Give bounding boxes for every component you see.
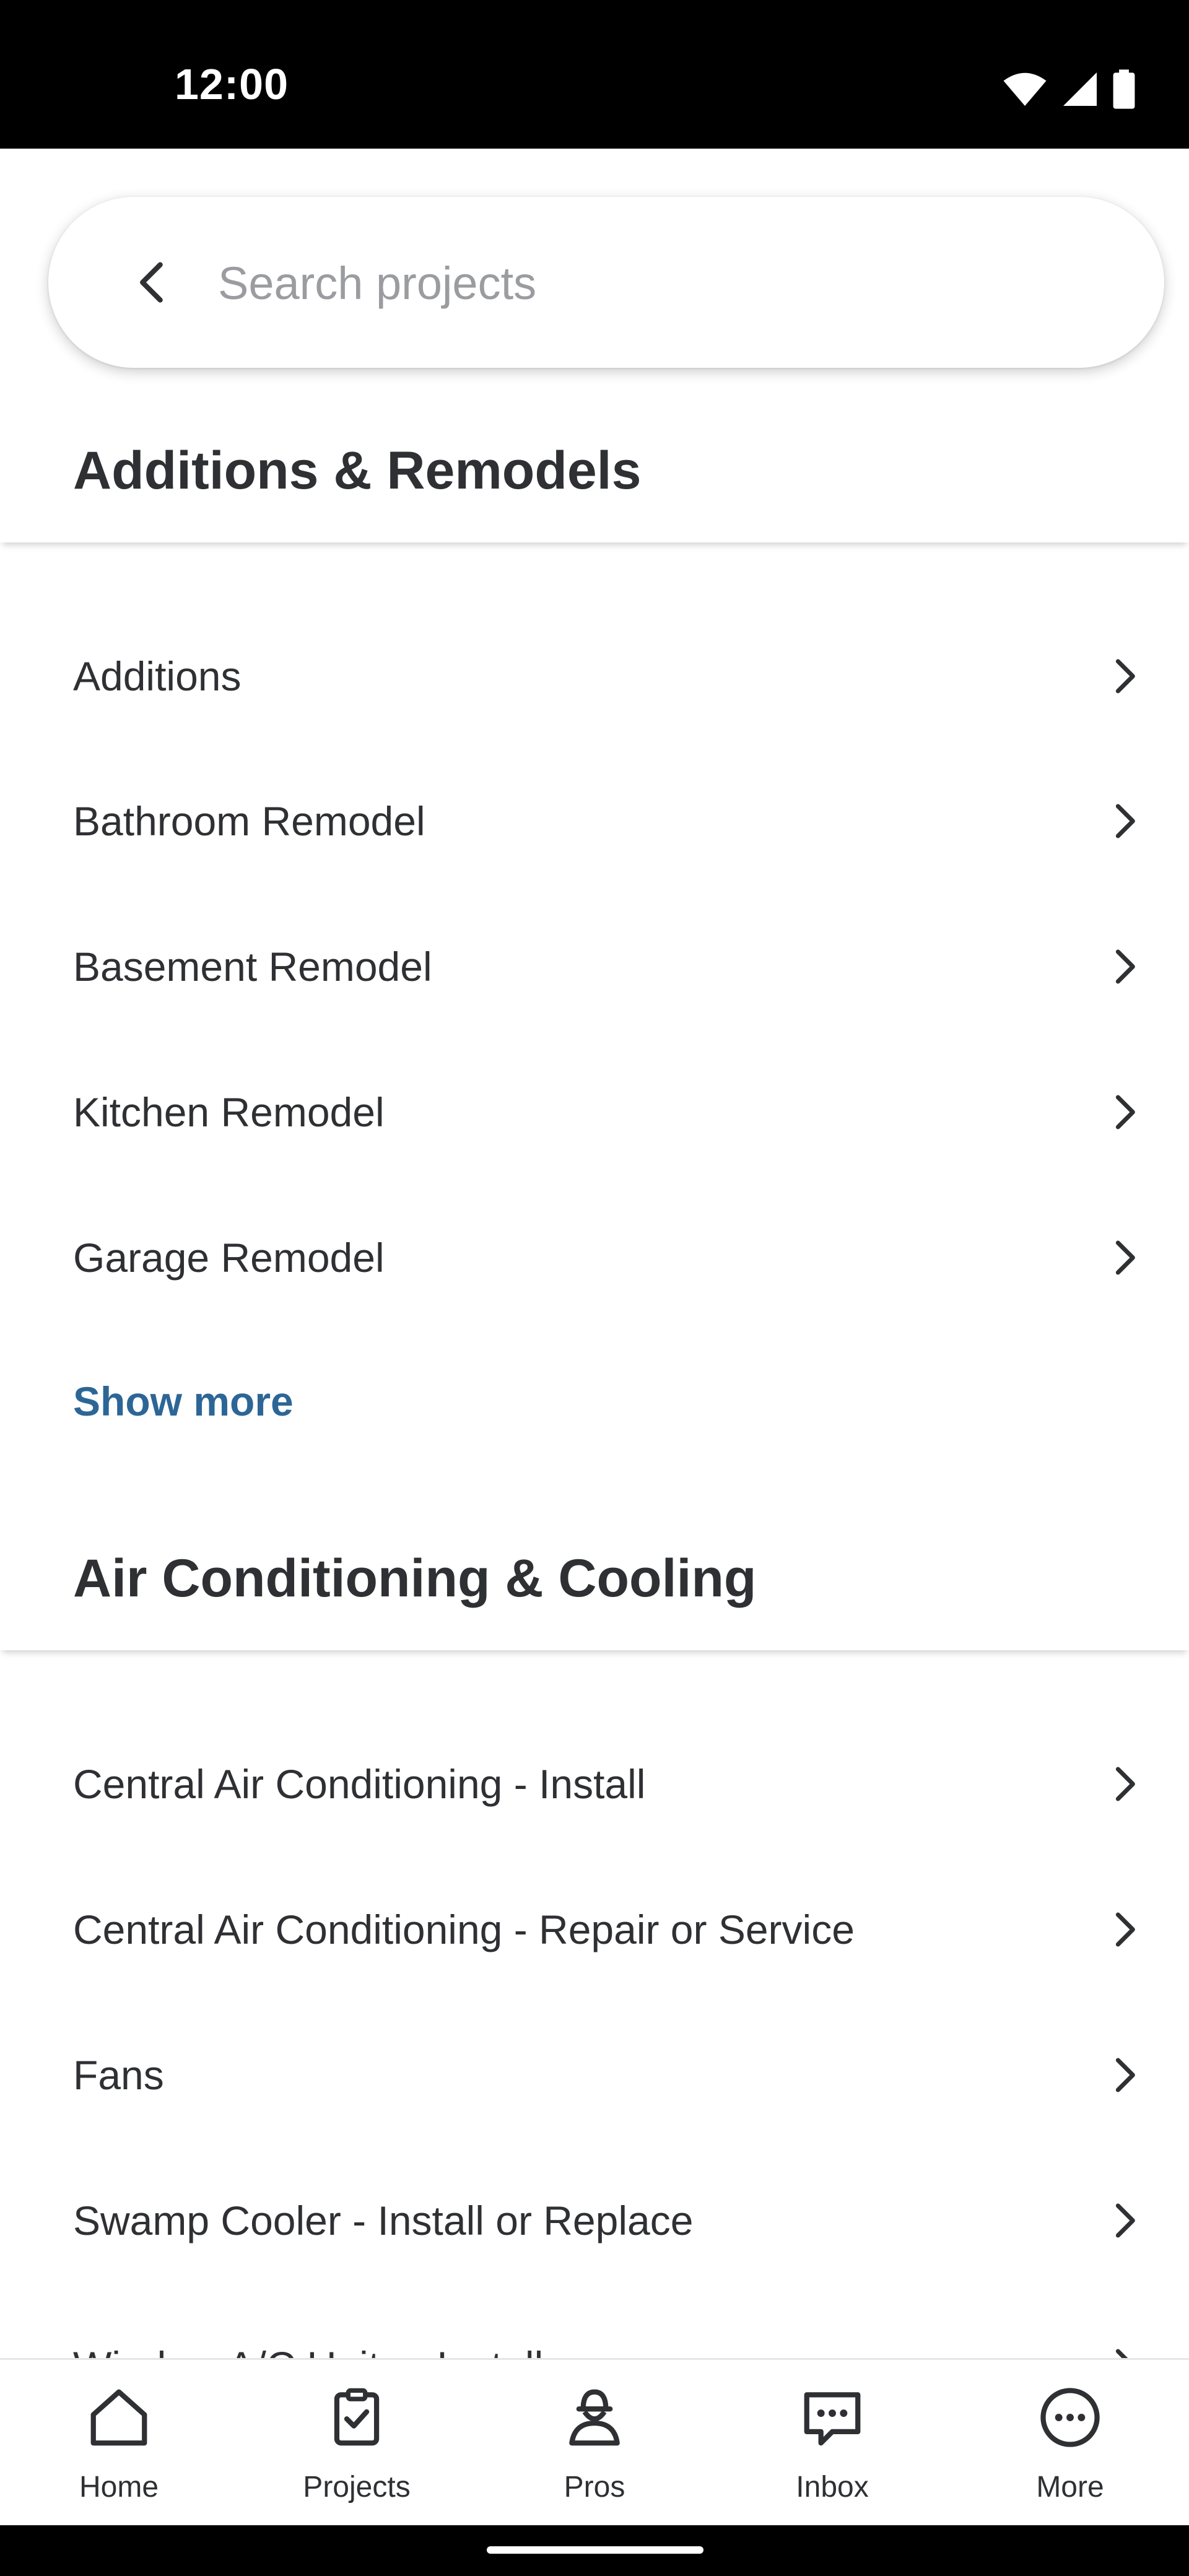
nav-pros[interactable]: Pros bbox=[476, 2360, 713, 2527]
list-item-label: Garage Remodel bbox=[73, 1235, 385, 1281]
status-time: 12:00 bbox=[175, 60, 289, 108]
list-item-label: Central Air Conditioning - Install bbox=[73, 1761, 646, 1807]
nav-label: Inbox bbox=[796, 2471, 869, 2504]
pro-person-icon bbox=[569, 2389, 620, 2446]
gesture-handle[interactable] bbox=[487, 2546, 703, 2554]
nav-home[interactable]: Home bbox=[0, 2360, 238, 2527]
list-item[interactable]: Central Air Conditioning - Repair or Ser… bbox=[0, 1857, 1189, 2002]
chevron-right-icon bbox=[1115, 2203, 1135, 2238]
home-icon bbox=[90, 2389, 147, 2446]
chat-bubble-icon bbox=[804, 2392, 861, 2446]
search-input[interactable] bbox=[217, 240, 1111, 326]
nav-label: Projects bbox=[303, 2471, 411, 2504]
list-item-label: Central Air Conditioning - Repair or Ser… bbox=[73, 1907, 855, 1952]
list-item-label: Kitchen Remodel bbox=[73, 1089, 385, 1135]
list-item-label: Additions bbox=[73, 653, 242, 699]
gesture-bar bbox=[0, 2525, 1189, 2576]
list-item[interactable]: Additions bbox=[0, 604, 1189, 749]
list-item[interactable]: Central Air Conditioning - Install bbox=[0, 1712, 1189, 1856]
list-item[interactable]: Kitchen Remodel bbox=[0, 1040, 1189, 1185]
nav-label: More bbox=[1036, 2471, 1104, 2504]
list-item-label: Bathroom Remodel bbox=[73, 798, 425, 844]
chevron-right-icon bbox=[1115, 659, 1135, 694]
list-item-label: Swamp Cooler - Install or Replace bbox=[73, 2198, 694, 2243]
back-arrow-icon[interactable] bbox=[129, 259, 176, 306]
signal-icon bbox=[1063, 72, 1097, 106]
chevron-right-icon bbox=[1115, 949, 1135, 984]
section-title: Air Conditioning & Cooling bbox=[73, 1549, 757, 1608]
chevron-right-icon bbox=[1115, 1240, 1135, 1275]
chevron-right-icon bbox=[1115, 1767, 1135, 1801]
bottom-nav: Home Projects Pros Inbox More bbox=[0, 2358, 1189, 2527]
nav-projects[interactable]: Projects bbox=[238, 2360, 476, 2527]
section-header-air-conditioning-cooling: Air Conditioning & Cooling bbox=[0, 1541, 1189, 1650]
list-item[interactable]: Garage Remodel bbox=[0, 1185, 1189, 1330]
section-title: Additions & Remodels bbox=[73, 441, 642, 500]
section-header-additions-remodels: Additions & Remodels bbox=[0, 433, 1189, 542]
list-item[interactable]: Swamp Cooler - Install or Replace bbox=[0, 2148, 1189, 2293]
nav-label: Pros bbox=[564, 2471, 625, 2504]
wifi-icon bbox=[1003, 72, 1047, 106]
status-icons bbox=[1002, 69, 1136, 109]
nav-inbox[interactable]: Inbox bbox=[713, 2360, 951, 2527]
chevron-right-icon bbox=[1115, 1095, 1135, 1129]
nav-label: Home bbox=[79, 2471, 159, 2504]
nav-more[interactable]: More bbox=[951, 2360, 1189, 2527]
list-item[interactable]: Fans bbox=[0, 2003, 1189, 2147]
list-item[interactable]: Bathroom Remodel bbox=[0, 749, 1189, 894]
list-item-label: Basement Remodel bbox=[73, 944, 432, 990]
show-more-link[interactable]: Show more bbox=[73, 1378, 294, 1425]
chevron-right-icon bbox=[1115, 2058, 1135, 2092]
chevron-right-icon bbox=[1115, 1912, 1135, 1947]
search-bar bbox=[48, 197, 1164, 368]
list-item[interactable]: Basement Remodel bbox=[0, 894, 1189, 1039]
more-dots-icon bbox=[1040, 2388, 1100, 2447]
list-item-label: Fans bbox=[73, 2052, 164, 2098]
chevron-right-icon bbox=[1115, 804, 1135, 838]
clipboard-check-icon bbox=[334, 2388, 380, 2446]
status-bar: 12:00 bbox=[0, 0, 1189, 149]
battery-icon bbox=[1113, 69, 1135, 109]
